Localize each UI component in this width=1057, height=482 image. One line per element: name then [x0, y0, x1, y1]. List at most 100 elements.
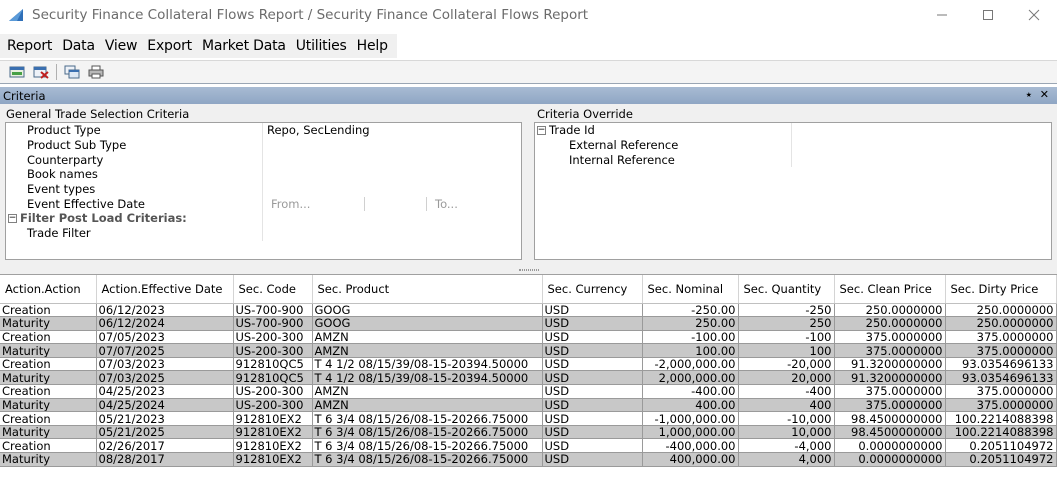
date-from-field[interactable]: From... [263, 196, 365, 211]
table-row[interactable]: Maturity 08/28/2017 912810EX2 T 6 3/4 08/15… [0, 452, 1057, 467]
table-cell: T 4 1/2 08/15/39/08-15-20394.50000 [312, 370, 543, 386]
date-to-field[interactable]: To... [427, 197, 458, 211]
criteria-label: Trade Filter [6, 225, 263, 241]
column-header[interactable]: Sec. Nominal [642, 275, 739, 304]
column-header[interactable]: Sec. Code [233, 275, 313, 304]
table-cell: Maturity [0, 370, 97, 386]
table-cell: Creation [0, 357, 97, 372]
menu-data[interactable]: Data [57, 38, 100, 54]
table-row[interactable]: Maturity 07/07/2025 US-200-300 AMZN USD 100.0… [0, 343, 1057, 358]
override-value[interactable] [792, 138, 1051, 153]
column-header[interactable]: Sec. Currency [542, 275, 643, 304]
panel-splitter[interactable] [0, 266, 1057, 274]
menu-help[interactable]: Help [352, 38, 393, 54]
table-cell: 100 [738, 343, 835, 358]
criteria-row-product-type[interactable]: Product Type Repo, SecLending [6, 123, 521, 138]
table-cell: -20,000 [738, 357, 835, 372]
table-cell: 07/03/2023 [96, 357, 234, 372]
table-cell: 20,000 [738, 370, 835, 386]
criteria-row-trade-filter[interactable]: Trade Filter [6, 225, 521, 241]
table-cell: 04/25/2024 [96, 398, 234, 413]
window-title: Security Finance Collateral Flows Report… [32, 7, 589, 23]
table-cell: 912810EX2 [233, 438, 313, 454]
print-button[interactable] [87, 64, 105, 80]
column-header[interactable]: Action.Effective Date [96, 275, 234, 304]
table-row[interactable]: Maturity 04/25/2024 US-200-300 AMZN USD 400.0… [0, 398, 1057, 413]
menu-export[interactable]: Export [142, 38, 197, 54]
table-cell: 375.0000000 [945, 398, 1057, 413]
menu-market-data[interactable]: Market Data [197, 38, 291, 54]
maximize-button[interactable] [965, 0, 1011, 30]
clear-button[interactable] [32, 64, 50, 80]
results-table-container: Action.Action Action.Effective Date Sec. C… [0, 274, 1057, 482]
override-value[interactable] [792, 152, 1051, 167]
column-header[interactable]: Sec. Product [312, 275, 543, 304]
close-button[interactable] [1011, 0, 1057, 30]
criteria-row-book-names[interactable]: Book names [6, 167, 521, 182]
table-cell: 375.0000000 [945, 330, 1057, 345]
minimize-button[interactable] [919, 0, 965, 30]
column-header[interactable]: Sec. Dirty Price [945, 275, 1057, 304]
general-criteria-grid: Product Type Repo, SecLending Product Su… [5, 122, 522, 260]
table-row[interactable]: Creation 06/12/2023 US-700-900 GOOG USD -250.… [0, 303, 1057, 318]
app-logo-icon [9, 9, 23, 21]
criteria-value[interactable] [263, 152, 521, 167]
load-icon [9, 66, 25, 78]
table-cell: USD [542, 330, 643, 345]
menu-report[interactable]: Report [2, 38, 57, 54]
table-cell: 400.00 [642, 398, 739, 413]
override-row-external-reference[interactable]: External Reference [535, 137, 1051, 153]
criteria-panel-header: Criteria ⭑ ✕ [0, 87, 1057, 104]
table-row[interactable]: Creation 07/03/2023 912810QC5 T 4 1/2 08/15… [0, 357, 1057, 372]
table-row[interactable]: Creation 05/21/2023 912810EX2 T 6 3/4 08/15… [0, 411, 1057, 426]
table-row[interactable]: Maturity 07/03/2025 912810QC5 T 4 1/2 08/15… [0, 370, 1057, 386]
table-row[interactable]: Maturity 06/12/2024 US-700-900 GOOG USD 250.0… [0, 316, 1057, 331]
criteria-row-event-types[interactable]: Event types [6, 181, 521, 197]
table-cell: 375.0000000 [834, 343, 946, 358]
criteria-value[interactable] [263, 226, 521, 241]
table-cell: Maturity [0, 425, 97, 440]
criteria-override-title: Criteria Override [537, 107, 633, 121]
table-cell: Maturity [0, 343, 97, 358]
table-cell: -100 [738, 330, 835, 345]
criteria-value[interactable] [263, 167, 521, 182]
collapse-icon[interactable]: − [537, 125, 546, 135]
table-row[interactable]: Creation 02/26/2017 912810EX2 T 6 3/4 08/15… [0, 438, 1057, 454]
table-cell: 100.00 [642, 343, 739, 358]
pin-icon[interactable]: ⭑ [1026, 88, 1032, 102]
load-button[interactable] [8, 64, 26, 80]
column-header[interactable]: Action.Action [0, 275, 97, 304]
criteria-value[interactable]: Repo, SecLending [263, 123, 521, 138]
menu-view[interactable]: View [100, 38, 142, 54]
table-row[interactable]: Creation 07/05/2023 US-200-300 AMZN USD -100.… [0, 330, 1057, 345]
criteria-value[interactable] [263, 138, 521, 153]
table-cell: US-200-300 [233, 343, 313, 358]
table-cell: 912810EX2 [233, 452, 313, 467]
override-row-internal-reference[interactable]: Internal Reference [535, 152, 1051, 168]
table-row[interactable]: Creation 04/25/2023 US-200-300 AMZN USD -400.… [0, 384, 1057, 399]
table-cell: -400.00 [642, 384, 739, 399]
criteria-row-product-sub-type[interactable]: Product Sub Type [6, 137, 521, 153]
table-cell: US-700-900 [233, 316, 313, 331]
maximize-icon [983, 10, 993, 20]
table-cell: US-200-300 [233, 330, 313, 345]
panel-close-icon[interactable]: ✕ [1040, 88, 1049, 102]
table-cell: USD [542, 357, 643, 372]
table-cell: 98.4500000000 [834, 425, 946, 440]
table-cell: 250.0000000 [945, 303, 1057, 318]
column-header[interactable]: Sec. Quantity [738, 275, 835, 304]
criteria-row-event-effective-date[interactable]: Event Effective Date From... To... [6, 196, 521, 212]
table-row[interactable]: Maturity 05/21/2025 912810EX2 T 6 3/4 08/15… [0, 425, 1057, 440]
table-cell: 375.0000000 [834, 330, 946, 345]
criteria-value[interactable] [263, 182, 521, 197]
criteria-row-counterparty[interactable]: Counterparty [6, 152, 521, 168]
table-cell: 02/26/2017 [96, 438, 234, 454]
criteria-category-filter[interactable]: − Filter Post Load Criterias: [6, 211, 521, 226]
copy-button[interactable] [63, 64, 81, 80]
table-cell: USD [542, 438, 643, 454]
column-header[interactable]: Sec. Clean Price [834, 275, 946, 304]
override-label: Internal Reference [535, 152, 792, 168]
override-category-trade-id[interactable]: − Trade Id [535, 123, 1051, 138]
menu-utilities[interactable]: Utilities [291, 38, 352, 54]
collapse-icon[interactable]: − [8, 213, 17, 223]
